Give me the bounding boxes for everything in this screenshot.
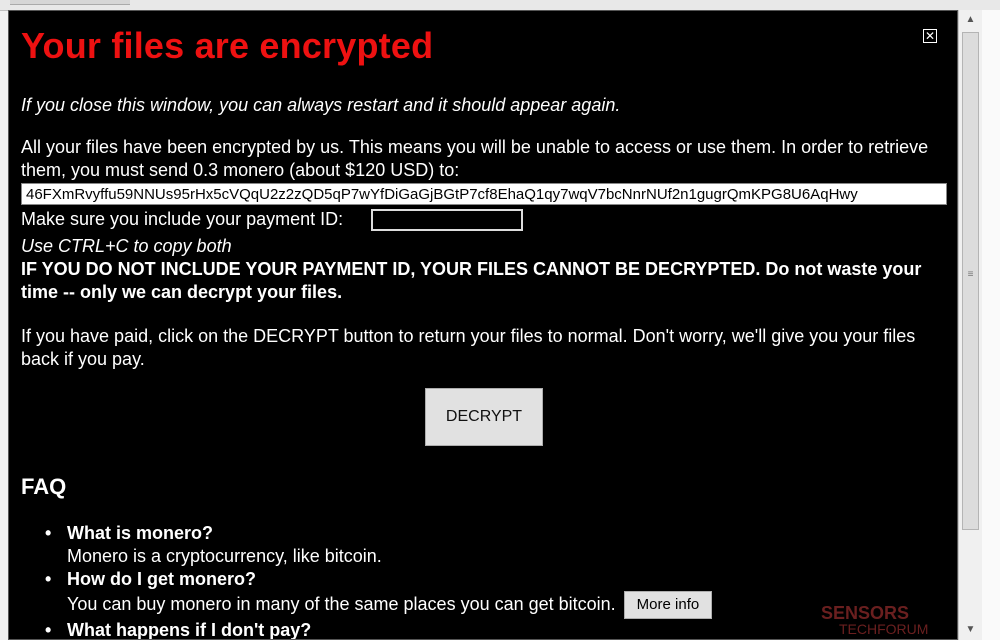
scrollbar-thumb[interactable]: ≡ (962, 32, 979, 530)
close-icon[interactable]: ✕ (923, 29, 937, 43)
titlebar-fragment (10, 0, 130, 5)
monero-address-field[interactable]: 46FXmRvyffu59NNUs95rHx5cVQqU2z2zQD5qP7wY… (21, 183, 947, 205)
payment-id-label: Make sure you include your payment ID: (21, 209, 344, 229)
restart-note: If you close this window, you can always… (21, 95, 621, 115)
right-gutter (982, 10, 1000, 640)
vertical-scrollbar[interactable]: ▲ ≡ ▼ (958, 10, 982, 640)
faq-answer: You can buy monero in many of the same p… (45, 591, 945, 619)
faq-answer-text: You can buy monero in many of the same p… (67, 593, 616, 614)
page-title: Your files are encrypted (21, 25, 434, 66)
faq-heading: FAQ (21, 474, 67, 499)
watermark-line1: SENSORS (821, 603, 910, 623)
ransom-window: Your files are encrypted ✕ If you close … (8, 10, 958, 640)
grip-icon: ≡ (967, 269, 974, 280)
faq-question: How do I get monero? (45, 568, 945, 591)
warning-text: IF YOU DO NOT INCLUDE YOUR PAYMENT ID, Y… (21, 259, 922, 302)
scroll-down-icon[interactable]: ▼ (959, 620, 982, 640)
copy-hint: Use CTRL+C to copy both (21, 236, 232, 256)
more-info-button[interactable]: More info (623, 591, 713, 619)
watermark-line2: TECHFORUM (839, 621, 929, 637)
intro-text: All your files have been encrypted by us… (21, 137, 929, 180)
faq-answer: Monero is a cryptocurrency, like bitcoin… (67, 546, 382, 566)
faq-list: What is monero? Monero is a cryptocurren… (45, 522, 945, 639)
paid-instructions: If you have paid, click on the DECRYPT b… (21, 326, 916, 369)
faq-question: What happens if I don't pay? (45, 619, 945, 639)
payment-id-field[interactable] (371, 209, 523, 231)
scroll-up-icon[interactable]: ▲ (959, 10, 982, 30)
decrypt-button[interactable]: DECRYPT (425, 388, 543, 446)
watermark-logo: SENSORS TECHFORUM (821, 603, 929, 637)
faq-question: What is monero? (45, 522, 945, 545)
